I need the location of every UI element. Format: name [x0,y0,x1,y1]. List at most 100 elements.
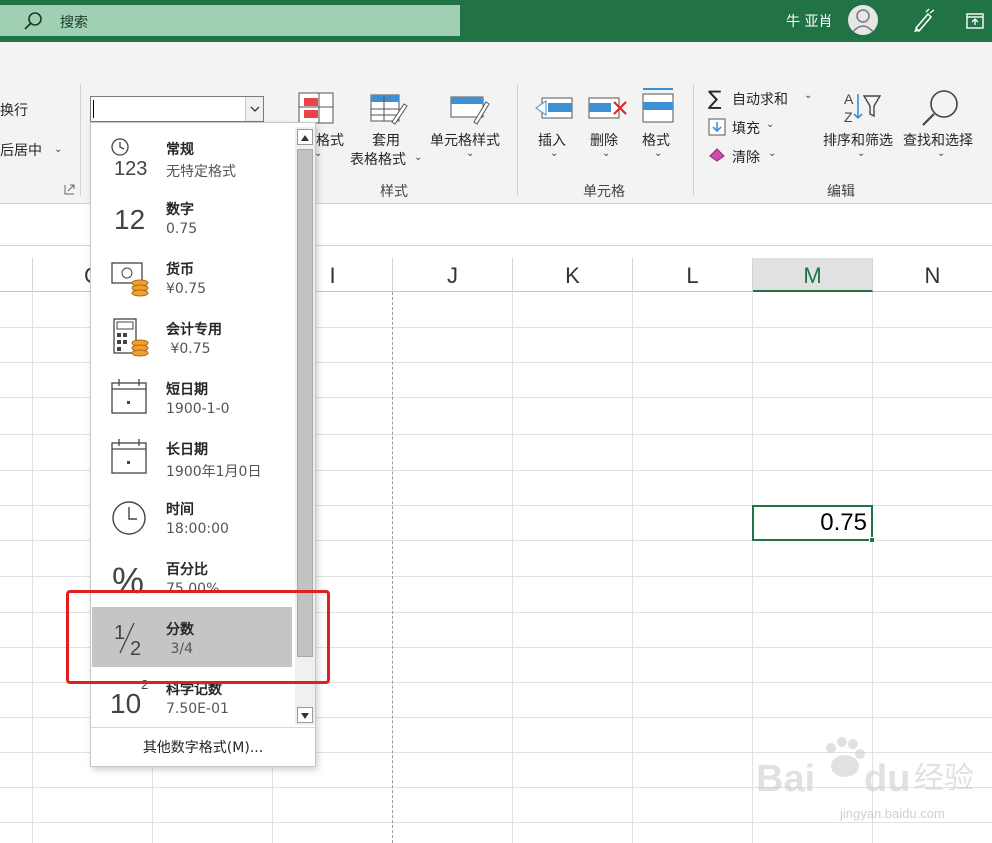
chevron-down-icon[interactable]: ⌄ [414,152,422,163]
chevron-down-icon[interactable]: ⌄ [550,148,558,159]
pen-icon[interactable] [910,8,936,34]
svg-text:A: A [844,91,854,107]
column-header-j[interactable]: J [393,258,513,292]
person-icon [851,9,875,34]
format-sample: 18:00:00 [166,521,229,537]
conditional-format-icon[interactable] [298,92,334,124]
delete-cells-icon[interactable] [588,92,628,124]
svg-text:Z: Z [844,109,853,125]
general-123-icon: 123 [111,138,147,177]
column-header-k[interactable]: K [513,258,633,292]
insert-label[interactable]: 插入 [538,130,566,150]
autosum-label[interactable]: 自动求和 [732,89,788,109]
calendar-icon [111,379,147,414]
wrap-text-button[interactable]: 换行 [0,100,28,120]
column-header-l[interactable]: L [633,258,753,292]
highlight-annotation [66,590,330,684]
triangle-up-icon [301,135,309,141]
sort-filter-icon[interactable]: A Z [842,88,882,128]
chevron-down-icon[interactable]: ⌄ [766,119,774,130]
watermark-url: jingyan.baidu.com [840,806,945,821]
format-item-time[interactable]: 时间 18:00:00 [92,487,292,547]
insert-cells-icon[interactable] [534,92,574,124]
fill-label[interactable]: 填充 [732,118,760,138]
grid-line [752,292,753,843]
format-item-currency[interactable]: 货币 ¥0.75 [92,247,292,307]
chevron-down-icon[interactable]: ⌄ [768,148,776,159]
svg-text:12: 12 [114,204,145,235]
cell-styles-label[interactable]: 单元格样式 [430,130,500,150]
cells-group-label: 单元格 [583,184,625,200]
ribbon-display-icon[interactable] [966,12,986,30]
number-format-combo[interactable] [90,96,264,122]
format-sample: 7.50E-01 [166,701,229,717]
format-cells-icon[interactable] [640,86,676,126]
format-name: 长日期 [166,442,208,458]
svg-text:du: du [864,758,910,800]
table-format-icon[interactable] [370,92,408,126]
chevron-down-icon[interactable]: ⌄ [654,148,662,159]
svg-text:10: 10 [110,688,141,717]
format-item-long-date[interactable]: 长日期 1900年1月0日 [92,427,292,487]
column-header-partial[interactable] [0,258,33,292]
search-label: 搜索 [60,15,88,31]
format-sample: 1900-1-0 [166,401,230,417]
scroll-thumb[interactable] [297,149,313,657]
accounting-icon [113,318,149,357]
number-format-dropdown-button[interactable] [245,97,263,121]
chevron-down-icon[interactable]: ⌄ [937,148,945,159]
grid-line [32,292,33,843]
chevron-down-icon [250,106,260,112]
dialog-launcher-icon[interactable] [64,184,75,195]
baidu-watermark: Bai du 经验 jingyan.baidu.com [756,736,986,836]
conditional-format-label[interactable]: 格式 [316,130,344,150]
fill-handle[interactable] [869,537,875,543]
format-item-short-date[interactable]: 短日期 1900-1-0 [92,367,292,427]
format-sample: ¥0.75 [166,341,211,357]
format-item-accounting[interactable]: 会计专用 ¥0.75 [92,307,292,367]
format-sample: 1900年1月0日 [166,464,262,480]
format-label[interactable]: 格式 [642,130,670,150]
chevron-down-icon[interactable]: ⌄ [466,148,474,159]
avatar[interactable] [848,5,878,35]
format-item-number[interactable]: 12 数字 0.75 [92,187,292,247]
chevron-down-icon[interactable]: ⌄ [804,90,812,101]
merge-center-button[interactable]: 后居中 [0,140,42,160]
format-sample: 无特定格式 [166,164,236,180]
format-name: 短日期 [166,382,208,398]
scroll-down-button[interactable] [297,707,313,723]
fill-down-icon[interactable] [708,118,726,136]
delete-label[interactable]: 删除 [590,130,618,150]
table-format-label-2[interactable]: 表格格式 [350,149,406,169]
autosum-icon[interactable]: ∑ [708,86,721,110]
column-header-n[interactable]: N [873,258,992,292]
user-name[interactable]: 牛 亚肖 [786,11,832,31]
search-icon [24,12,42,30]
format-name: 货币 [166,262,194,278]
column-header-m[interactable]: M [753,258,873,292]
title-bar: 搜索 牛 亚肖 [0,0,992,42]
chevron-down-icon[interactable]: ⌄ [54,144,62,155]
svg-text:Bai: Bai [756,758,815,800]
triangle-down-icon [301,713,309,719]
clear-label[interactable]: 清除 [732,147,760,167]
number-12-icon: 12 [114,204,145,235]
scroll-up-button[interactable] [297,129,313,145]
format-name: 会计专用 [166,322,222,338]
selected-cell-m[interactable]: 0.75 [752,505,875,543]
table-format-label-1[interactable]: 套用 [372,130,400,150]
sort-filter-label[interactable]: 排序和筛选 [823,130,893,150]
eraser-icon[interactable] [708,146,728,162]
clock-icon [112,501,146,535]
format-name: 常规 [166,142,194,158]
find-select-label[interactable]: 查找和选择 [903,130,973,150]
format-item-general[interactable]: 123 常规 无特定格式 [92,127,292,187]
find-select-icon[interactable] [920,88,962,128]
calendar-icon [111,439,147,474]
text-caret [93,100,94,118]
chevron-down-icon[interactable]: ⌄ [857,148,865,159]
cell-styles-icon[interactable] [450,92,490,126]
chevron-down-icon[interactable]: ⌄ [602,148,610,159]
search-box[interactable]: 搜索 [0,5,460,36]
more-number-formats-button[interactable]: 其他数字格式(M)... [91,727,315,767]
